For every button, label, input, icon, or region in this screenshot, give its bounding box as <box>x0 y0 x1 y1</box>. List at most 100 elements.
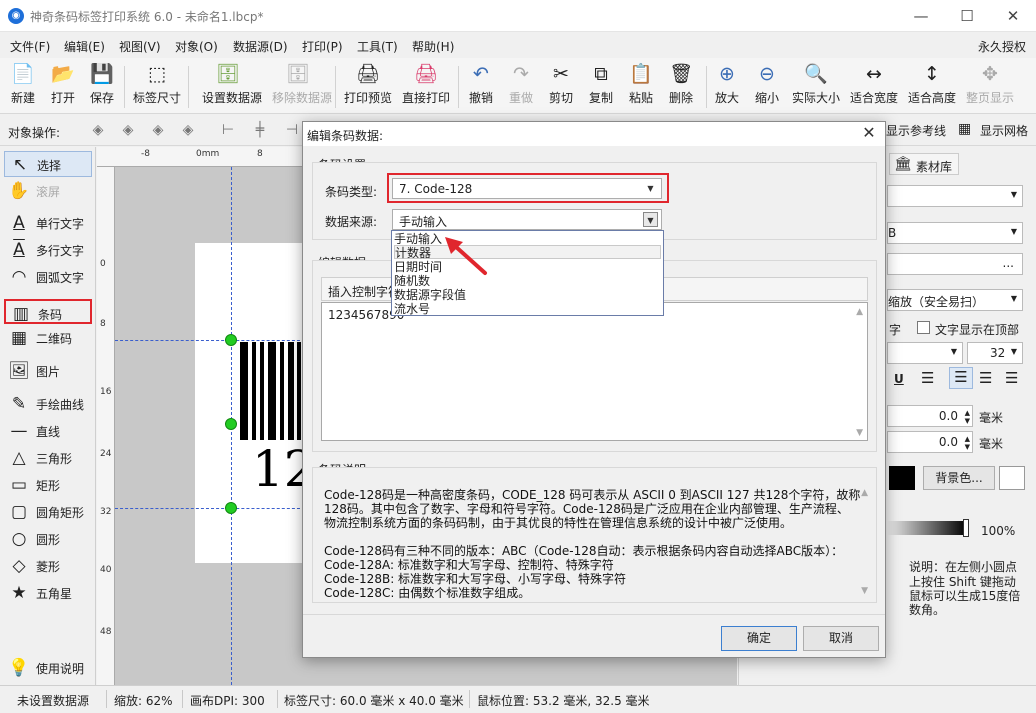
underline-button[interactable]: U <box>894 372 904 386</box>
menu-datasource[interactable]: 数据源(D) <box>233 38 288 55</box>
tool-star[interactable]: ★ 五角星 <box>4 580 92 606</box>
property-input[interactable]: ... <box>887 253 1023 275</box>
option-counter[interactable]: 计数器 <box>394 245 661 260</box>
tool-image[interactable]: 🖼 图片 <box>4 358 92 384</box>
option-manual-input[interactable]: 手动输入 <box>394 232 442 246</box>
tool-diamond[interactable]: ◇ 菱形 <box>4 553 92 579</box>
scroll-up-icon[interactable]: ▲ <box>856 307 863 317</box>
direct-print-button[interactable]: 🖨 直接打印 <box>400 62 452 112</box>
scale-mode-dropdown[interactable]: 缩放（安全易扫） ▼ <box>887 289 1023 311</box>
title-bar: ◉ 神奇条码标签打印系统 6.0 - 未命名1.lbcp* — ☐ ✕ <box>0 0 1036 32</box>
layer-down-icon[interactable]: ◈ <box>178 122 198 140</box>
barcode-bar <box>297 342 301 440</box>
menu-print[interactable]: 打印(P) <box>302 38 343 55</box>
help-guide-label: 使用说明 <box>36 662 85 676</box>
option-date-time[interactable]: 日期时间 <box>394 260 442 274</box>
maximize-button[interactable]: ☐ <box>944 0 990 32</box>
opacity-slider-handle[interactable] <box>963 519 969 537</box>
tool-select[interactable]: ↖ 选择 <box>4 151 92 177</box>
tool-rectangle[interactable]: ▭ 矩形 <box>4 472 92 498</box>
y-position-input[interactable]: 0.0 ▲ ▼ <box>887 431 973 453</box>
insert-control-char-button[interactable]: 插入控制字符 <box>328 283 400 300</box>
menu-edit[interactable]: 编辑(E) <box>64 38 105 55</box>
align-right-icon[interactable]: ☰ <box>979 369 992 387</box>
bring-front-icon[interactable]: ◈ <box>88 122 108 140</box>
tool-multi-line-text[interactable]: A 多行文字 <box>4 237 92 263</box>
resize-handle[interactable] <box>225 502 237 514</box>
remove-datasource-button[interactable]: 🗄 移除数据源 <box>272 62 332 112</box>
scroll-up-icon[interactable]: ▲ <box>861 488 868 498</box>
delete-button[interactable]: 🗑 删除 <box>655 62 707 112</box>
align-center-icon[interactable]: ☰ <box>949 367 973 389</box>
tool-arc-text[interactable]: ◠ 圆弧文字 <box>4 264 92 290</box>
menu-file[interactable]: 文件(F) <box>10 38 50 55</box>
align-center-icon[interactable]: ╪ <box>250 122 270 140</box>
x-position-input[interactable]: 0.0 ▲ ▼ <box>887 405 973 427</box>
cancel-button[interactable]: 取消 <box>803 626 879 651</box>
align-right-icon[interactable]: ⊣ <box>282 122 302 140</box>
tool-scroll[interactable]: ✋ 滚屏 <box>4 178 92 204</box>
show-grid-toggle[interactable]: 显示网格 <box>980 122 1028 139</box>
minimize-button[interactable]: — <box>898 0 944 32</box>
font-dropdown[interactable]: ▼ <box>887 342 963 364</box>
text-top-checkbox[interactable] <box>917 321 930 334</box>
property-dropdown-1[interactable]: ▼ <box>887 185 1023 207</box>
background-color-swatch[interactable] <box>999 466 1025 490</box>
tab-material-library[interactable]: 🏛 素材库 <box>889 153 959 175</box>
resize-handle[interactable] <box>225 334 237 346</box>
resize-handle[interactable] <box>225 418 237 430</box>
barcode-data-input[interactable]: 1234567890 ▲ ▼ <box>321 302 868 441</box>
help-guide-button[interactable]: 💡 使用说明 <box>4 655 92 681</box>
tool-line[interactable]: — 直线 <box>4 418 92 444</box>
align-left-icon[interactable]: ☰ <box>921 369 934 387</box>
menu-view[interactable]: 视图(V) <box>119 38 161 55</box>
tool-circle[interactable]: ○ 圆形 <box>4 526 92 552</box>
tool-barcode[interactable]: ▥ 条码 <box>4 299 92 324</box>
menu-object[interactable]: 对象(O) <box>175 38 218 55</box>
line-icon: — <box>10 421 28 441</box>
data-source-select[interactable]: 手动输入 ▼ <box>392 209 662 230</box>
fit-height-button[interactable]: ↕ 适合高度 <box>906 62 958 112</box>
menu-tools[interactable]: 工具(T) <box>357 38 398 55</box>
barcode-type-select[interactable]: 7. Code-128 ▼ <box>392 178 662 199</box>
align-left-icon[interactable]: ⊢ <box>218 122 238 140</box>
foreground-color-swatch[interactable] <box>889 466 915 490</box>
option-serial-number[interactable]: 流水号 <box>394 302 430 316</box>
option-random-number[interactable]: 随机数 <box>394 274 430 288</box>
close-window-button[interactable]: ✕ <box>990 0 1036 32</box>
barcode-bar <box>288 342 294 440</box>
opacity-slider[interactable] <box>887 521 967 535</box>
multiline-text-icon: A <box>13 240 25 260</box>
layer-up-icon[interactable]: ◈ <box>148 122 168 140</box>
label-size-button[interactable]: ⬚ 标签尺寸 <box>131 62 183 112</box>
tool-qrcode[interactable]: ▦ 二维码 <box>4 325 92 351</box>
lightbulb-icon: 💡 <box>8 658 30 678</box>
fit-width-button[interactable]: ↔ 适合宽度 <box>848 62 900 112</box>
whole-page-button[interactable]: ✥ 整页显示 <box>964 62 1016 112</box>
tool-rounded-rectangle[interactable]: ▢ 圆角矩形 <box>4 499 92 525</box>
tool-single-line-text[interactable]: A 单行文字 <box>4 210 92 236</box>
tool-triangle[interactable]: △ 三角形 <box>4 445 92 471</box>
new-file-icon: 📄 <box>11 63 35 85</box>
background-color-button[interactable]: 背景色... <box>923 466 995 490</box>
tool-freehand[interactable]: ✎ 手绘曲线 <box>4 391 92 417</box>
dialog-close-button[interactable]: ✕ <box>859 123 879 143</box>
property-dropdown-2[interactable]: B ▼ <box>887 222 1023 244</box>
align-justify-icon[interactable]: ☰ <box>1005 369 1018 387</box>
dialog-title: 编辑条码数据: <box>307 129 384 143</box>
font-size-dropdown[interactable]: 32 ▼ <box>967 342 1023 364</box>
show-guides-toggle[interactable]: 显示参考线 <box>886 122 946 139</box>
scroll-down-icon[interactable]: ▼ <box>856 428 863 438</box>
ok-button[interactable]: 确定 <box>721 626 797 651</box>
scroll-down-icon[interactable]: ▼ <box>861 586 868 596</box>
menu-help[interactable]: 帮助(H) <box>412 38 454 55</box>
actual-size-button[interactable]: 🔍 实际大小 <box>790 62 842 112</box>
print-preview-button[interactable]: 🖨 打印预览 <box>342 62 394 112</box>
zoom-out-button[interactable]: ⊖ 缩小 <box>741 62 793 112</box>
set-datasource-button[interactable]: 🗄 设置数据源 <box>202 62 263 112</box>
save-button[interactable]: 💾 保存 <box>76 62 128 112</box>
tool-barcode-label: 条码 <box>38 308 63 322</box>
option-datasource-field[interactable]: 数据源字段值 <box>394 288 466 302</box>
send-back-icon[interactable]: ◈ <box>118 122 138 140</box>
set-datasource-label: 设置数据源 <box>202 91 263 105</box>
